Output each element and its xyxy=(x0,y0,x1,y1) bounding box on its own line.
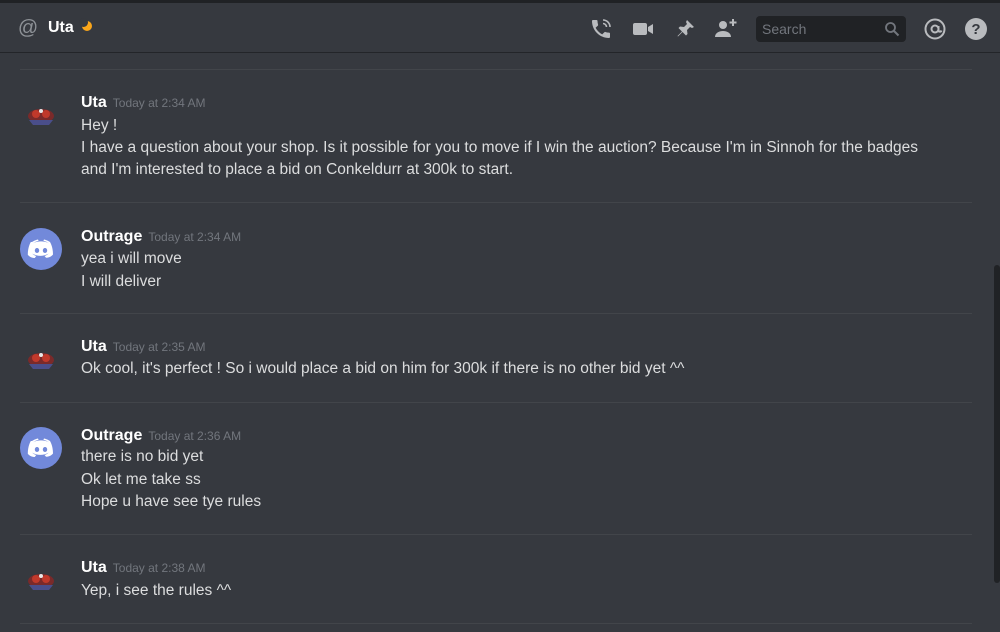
timestamp: Today at 2:34 AM xyxy=(112,96,206,110)
user-avatar[interactable] xyxy=(20,559,62,601)
message-text: Ok cool, it's perfect ! So i would place… xyxy=(81,360,685,377)
message-header: Uta Today at 2:34 AM xyxy=(81,94,206,114)
message-divider xyxy=(20,202,972,203)
message-divider xyxy=(20,313,972,314)
username[interactable]: Outrage xyxy=(81,228,142,245)
at-icon: @ xyxy=(17,17,39,39)
message-divider xyxy=(20,534,972,535)
channel-header: @ Uta ? xyxy=(0,0,1000,52)
discord-avatar-icon[interactable] xyxy=(20,427,62,469)
channel-name[interactable]: Uta xyxy=(48,17,74,39)
mentions-icon[interactable] xyxy=(923,17,947,41)
add-user-icon[interactable] xyxy=(714,17,738,41)
message-text: and I'm interested to place a bid on Con… xyxy=(81,161,514,178)
message-list[interactable]: Uta Today at 2:34 AM Hey ! I have a quest… xyxy=(0,52,1000,632)
message-text: Yep, i see the rules ^^ xyxy=(81,582,232,599)
discord-avatar-icon[interactable] xyxy=(20,228,62,270)
username[interactable]: Outrage xyxy=(81,427,142,444)
message-text: Hey ! xyxy=(81,117,118,134)
message-divider xyxy=(20,69,972,70)
user-avatar[interactable] xyxy=(20,338,62,380)
message-header: Uta Today at 2:35 AM xyxy=(81,338,206,358)
message-text: Ok let me take ss xyxy=(81,471,201,488)
timestamp: Today at 2:36 AM xyxy=(148,429,242,443)
video-icon[interactable] xyxy=(631,17,655,41)
search-box[interactable] xyxy=(756,16,906,42)
idle-status-icon xyxy=(79,18,92,31)
message-divider xyxy=(20,623,972,624)
username[interactable]: Uta xyxy=(81,94,107,111)
user-avatar[interactable] xyxy=(20,94,62,136)
scrollbar[interactable] xyxy=(994,265,1000,583)
pin-icon[interactable] xyxy=(673,17,697,41)
timestamp: Today at 2:38 AM xyxy=(112,561,206,575)
message-text: yea i will move xyxy=(81,250,182,267)
message-text: Hope u have see tye rules xyxy=(81,493,262,510)
search-icon xyxy=(884,21,900,37)
message-text: I will deliver xyxy=(81,273,162,290)
message-header: Uta Today at 2:38 AM xyxy=(81,559,206,579)
message-divider xyxy=(20,402,972,403)
search-input[interactable] xyxy=(756,16,876,42)
timestamp: Today at 2:34 AM xyxy=(148,230,242,244)
help-icon[interactable]: ? xyxy=(964,17,988,41)
timestamp: Today at 2:35 AM xyxy=(112,340,206,354)
username[interactable]: Uta xyxy=(81,559,107,576)
message-text: I have a question about your shop. Is it… xyxy=(81,139,919,156)
svg-text:?: ? xyxy=(971,21,980,38)
message-header: Outrage Today at 2:36 AM xyxy=(81,427,241,447)
message-text: there is no bid yet xyxy=(81,448,204,465)
message-header: Outrage Today at 2:34 AM xyxy=(81,228,241,248)
phone-icon[interactable] xyxy=(589,17,613,41)
username[interactable]: Uta xyxy=(81,338,107,355)
